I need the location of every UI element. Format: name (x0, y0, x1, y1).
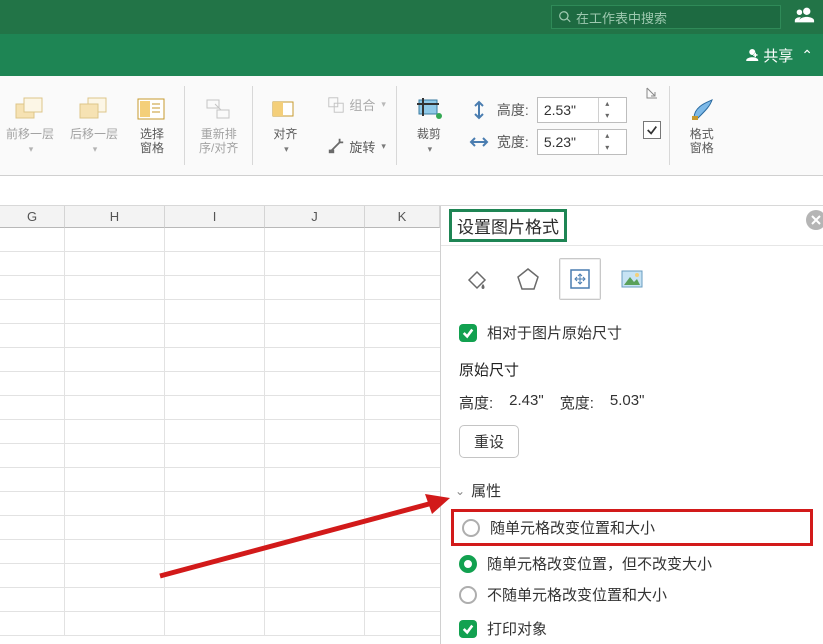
rotate-icon (327, 137, 345, 155)
panel-title: 设置图片格式 (451, 211, 565, 240)
pentagon-icon (515, 266, 541, 292)
bring-forward-icon (12, 96, 48, 124)
tab-fill[interactable] (455, 258, 497, 300)
reorder-icon (201, 96, 237, 124)
width-icon (469, 132, 489, 152)
format-pane-icon (684, 96, 720, 124)
search-icon (558, 10, 572, 24)
align-button[interactable]: 对齐 ▾ (261, 94, 309, 157)
picture-icon (619, 266, 645, 292)
check-icon (646, 124, 658, 136)
size-icon (567, 266, 593, 292)
bring-forward-button[interactable]: 前移一层 ▾ (0, 94, 60, 158)
sheet-search-input[interactable]: 在工作表中搜索 (551, 5, 781, 29)
highlight-annotation: 随单元格改变位置和大小 (451, 509, 813, 546)
format-picture-panel: 设置图片格式 相对于图片原始尺寸 (440, 206, 823, 644)
share-icon (741, 46, 759, 64)
collapse-ribbon-chevron-icon[interactable]: ⌃ (801, 47, 813, 64)
send-backward-icon (76, 96, 112, 124)
formula-bar[interactable] (0, 176, 823, 206)
width-label: 宽度: (497, 132, 529, 152)
col-hdr[interactable]: H (65, 206, 165, 228)
title-bar: 在工作表中搜索 (0, 0, 823, 34)
radio-move-only[interactable]: 随单元格改变位置，但不改变大小 (441, 548, 823, 579)
reorder-align-button[interactable]: 重新排 序/对齐 (193, 94, 244, 158)
properties-section-header[interactable]: ⌄ 属性 (441, 466, 823, 507)
height-icon (469, 100, 489, 120)
align-icon (267, 96, 303, 124)
group-icon (327, 96, 345, 114)
lock-aspect-checkbox[interactable] (643, 121, 661, 139)
panel-close-button[interactable] (806, 210, 823, 230)
group-button[interactable]: 组合 ▾ (323, 93, 390, 116)
share-label: 共享 (763, 45, 793, 66)
height-input[interactable] (538, 98, 598, 122)
format-pane-button[interactable]: 格式 窗格 (678, 94, 726, 158)
crop-icon (411, 96, 447, 124)
account-icon[interactable] (793, 4, 815, 31)
rotate-button[interactable]: 旋转 ▾ (323, 135, 390, 158)
paint-bucket-icon (463, 266, 489, 292)
close-icon (811, 215, 821, 225)
orig-width-label: 宽度: (560, 392, 594, 413)
print-object-checkbox[interactable] (459, 620, 477, 638)
col-hdr[interactable]: G (0, 206, 65, 228)
radio-move-size[interactable]: 随单元格改变位置和大小 (458, 514, 806, 541)
share-bar: 共享 ⌃ (0, 34, 823, 76)
dropdown-arrow-icon: ▾ (29, 144, 34, 155)
panel-tabs (441, 246, 823, 308)
radio-icon (459, 586, 477, 604)
search-placeholder: 在工作表中搜索 (576, 8, 667, 27)
tab-picture[interactable] (611, 258, 653, 300)
spin-down[interactable]: ▾ (599, 110, 616, 122)
radio-icon (462, 519, 480, 537)
spin-up[interactable]: ▴ (599, 98, 616, 110)
spin-down[interactable]: ▾ (599, 142, 616, 154)
size-dialog-launcher-icon[interactable] (643, 84, 661, 102)
height-spinner[interactable]: ▴▾ (537, 97, 627, 123)
check-icon (462, 327, 474, 339)
width-input[interactable] (538, 130, 598, 154)
share-button[interactable]: 共享 (741, 45, 793, 66)
dropdown-arrow-icon: ▾ (381, 99, 386, 110)
relative-size-label: 相对于图片原始尺寸 (487, 322, 622, 343)
dropdown-arrow-icon: ▾ (93, 144, 98, 155)
original-size-header: 原始尺寸 (459, 349, 805, 386)
chevron-down-icon: ⌄ (455, 484, 465, 498)
orig-width-value: 5.03" (610, 392, 645, 413)
selection-pane-button[interactable]: 选择 窗格 (128, 94, 176, 158)
print-object-label: 打印对象 (487, 618, 547, 639)
orig-height-value: 2.43" (509, 392, 544, 413)
ribbon: 前移一层 ▾ 后移一层 ▾ 选择 窗格 重新排 序/对齐 对齐 ▾ (0, 76, 823, 176)
reset-button[interactable]: 重设 (459, 425, 519, 458)
width-spinner[interactable]: ▴▾ (537, 129, 627, 155)
crop-button[interactable]: 裁剪 ▾ (405, 94, 453, 157)
radio-dont-move[interactable]: 不随单元格改变位置和大小 (441, 579, 823, 610)
col-hdr[interactable]: K (365, 206, 440, 228)
dropdown-arrow-icon: ▾ (428, 144, 433, 155)
col-hdr[interactable]: J (265, 206, 365, 228)
height-label: 高度: (497, 100, 529, 120)
relative-size-checkbox[interactable] (459, 324, 477, 342)
send-backward-button[interactable]: 后移一层 ▾ (64, 94, 124, 158)
spin-up[interactable]: ▴ (599, 130, 616, 142)
column-headers: G H I J K (0, 206, 440, 228)
dropdown-arrow-icon: ▾ (284, 144, 289, 155)
col-hdr[interactable]: I (165, 206, 265, 228)
orig-height-label: 高度: (459, 392, 493, 413)
tab-effects[interactable] (507, 258, 549, 300)
radio-icon (459, 555, 477, 573)
selection-pane-icon (134, 96, 170, 124)
check-icon (462, 623, 474, 635)
tab-size-properties[interactable] (559, 258, 601, 300)
dropdown-arrow-icon: ▾ (381, 141, 386, 152)
worksheet-grid[interactable]: G H I J K (0, 206, 440, 644)
